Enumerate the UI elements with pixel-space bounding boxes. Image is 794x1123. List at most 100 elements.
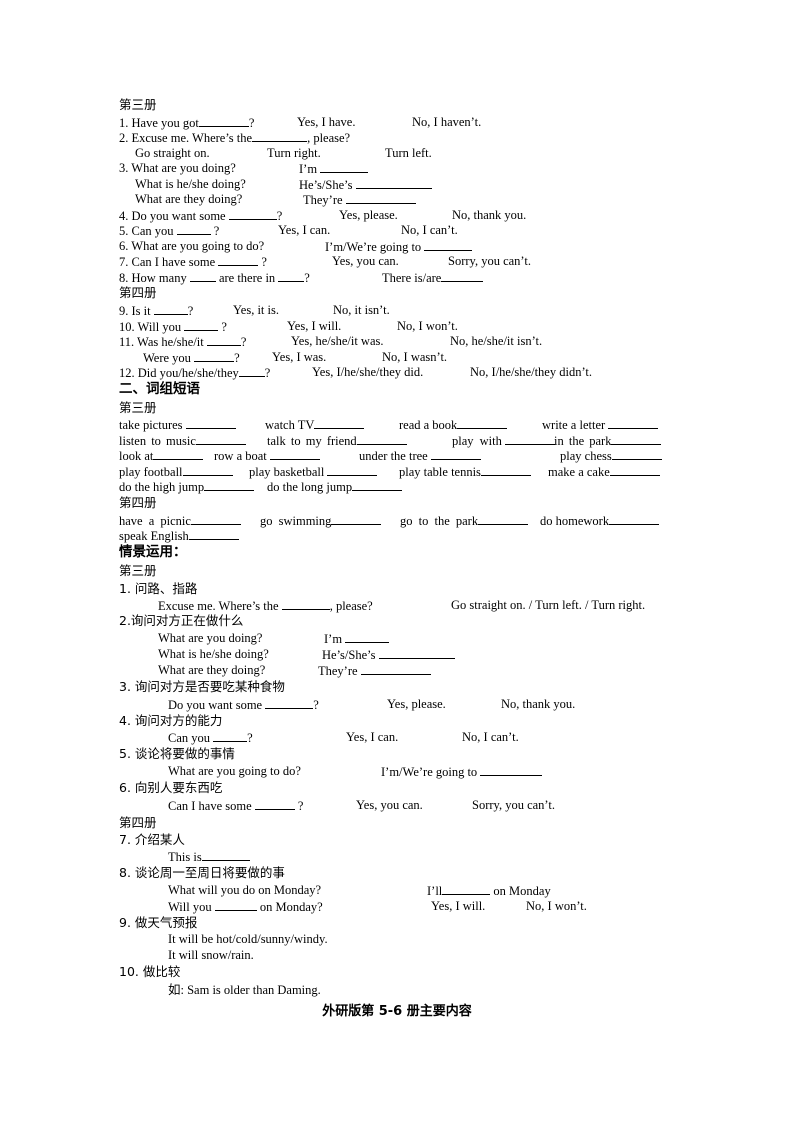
blank[interactable]	[189, 269, 216, 282]
blank[interactable]	[352, 478, 403, 491]
blank[interactable]	[480, 463, 531, 476]
phrase: speak English	[119, 529, 189, 543]
no-answer: No, I haven’t.	[412, 115, 482, 129]
scenario-title: 3. 询问对方是否要吃某种食物	[119, 679, 285, 694]
phrase: write a letter	[542, 418, 606, 432]
q-text: 8. How many	[119, 271, 187, 285]
blank[interactable]	[378, 646, 455, 659]
answer: Go straight on. / Turn left. / Turn righ…	[451, 598, 646, 612]
blank[interactable]	[265, 696, 314, 709]
blank[interactable]	[611, 432, 662, 445]
blank[interactable]	[190, 512, 241, 525]
phrase: have a picnic	[119, 514, 191, 528]
a-text: I’m	[324, 632, 343, 646]
blank[interactable]	[153, 447, 204, 460]
no-answer: No, I won’t.	[397, 319, 458, 333]
yes-answer: Yes, please.	[339, 208, 398, 222]
q-end: ?	[261, 255, 267, 269]
blank[interactable]	[441, 269, 484, 282]
q-text: What are they doing?	[158, 663, 266, 677]
blank[interactable]	[278, 269, 305, 282]
blank[interactable]	[204, 478, 255, 491]
blank[interactable]	[424, 238, 473, 251]
scenario-title: 10. 做比较	[119, 964, 181, 979]
blank[interactable]	[442, 882, 491, 895]
blank[interactable]	[218, 253, 259, 266]
blank[interactable]	[505, 432, 555, 445]
blank[interactable]	[188, 527, 239, 540]
blank[interactable]	[198, 114, 249, 127]
yes-answer: Yes, I was.	[272, 350, 327, 364]
scenario-title: 6. 向别人要东西吃	[119, 780, 223, 795]
blank[interactable]	[609, 463, 660, 476]
q-end: on Monday?	[259, 900, 323, 914]
blank[interactable]	[345, 191, 416, 204]
blank[interactable]	[254, 797, 295, 810]
blank[interactable]	[457, 416, 508, 429]
blank[interactable]	[194, 349, 235, 362]
q-end: ?	[213, 224, 220, 238]
blank[interactable]	[480, 763, 543, 776]
phrase: make a cake	[548, 465, 610, 479]
q-text: 10. Will you	[119, 320, 182, 334]
answer: Turn right.	[267, 146, 321, 160]
blank[interactable]	[281, 597, 330, 610]
blank[interactable]	[206, 333, 241, 346]
q-text: What are you doing?	[158, 631, 263, 645]
no-answer: Sorry, you can’t.	[448, 254, 531, 268]
q-end: , please?	[307, 131, 351, 145]
blank[interactable]	[176, 222, 211, 235]
blank[interactable]	[314, 416, 365, 429]
blank[interactable]	[153, 302, 188, 315]
blank[interactable]	[182, 463, 233, 476]
scenario-title: 7. 介绍某人	[119, 832, 185, 847]
blank[interactable]	[195, 432, 246, 445]
no-answer: No, I won’t.	[526, 899, 587, 913]
blank[interactable]	[228, 207, 277, 220]
blank[interactable]	[185, 416, 236, 429]
blank[interactable]	[213, 729, 248, 742]
blank[interactable]	[327, 463, 378, 476]
blank[interactable]	[611, 447, 662, 460]
blank[interactable]	[360, 662, 431, 675]
blank[interactable]	[356, 432, 407, 445]
footer-title: 外研版第 5-6 册主要内容	[322, 1004, 472, 1019]
blank[interactable]	[345, 630, 390, 643]
phrase: do the long jump	[267, 480, 353, 494]
a-text: They’re	[318, 664, 358, 678]
q-text: Excuse me. Where’s the	[158, 599, 279, 613]
phrase: look at	[119, 449, 154, 463]
q-text: Do you want some	[168, 698, 263, 712]
blank[interactable]	[269, 447, 320, 460]
blank[interactable]	[608, 416, 659, 429]
q-text: 2. Excuse me. Where’s the	[119, 131, 253, 145]
blank[interactable]	[238, 364, 265, 377]
scenario-title: 5. 谈论将要做的事情	[119, 746, 235, 761]
q-end: ?	[264, 366, 271, 380]
q-end: , please?	[329, 599, 373, 613]
section-book4-phrases: 第四册	[119, 495, 157, 510]
blank[interactable]	[478, 512, 529, 525]
phrase: play with	[452, 434, 502, 448]
section-book4: 第四册	[119, 285, 157, 300]
blank[interactable]	[252, 129, 308, 142]
section-book3: 第三册	[119, 97, 157, 112]
q-end: ?	[221, 320, 227, 334]
blank[interactable]	[214, 898, 257, 911]
phrase: play basketball	[249, 465, 325, 479]
a-text: I’ll	[427, 884, 443, 898]
phrase: in the park	[554, 434, 612, 448]
q-text: Can I have some	[168, 799, 252, 813]
example-line: 如: Sam is older than Daming.	[168, 983, 321, 997]
blank[interactable]	[320, 160, 369, 173]
blank[interactable]	[609, 512, 660, 525]
q-text: 6. What are you going to do?	[119, 239, 265, 253]
no-answer: No, it isn’t.	[333, 303, 390, 317]
blank[interactable]	[331, 512, 382, 525]
blank[interactable]	[355, 176, 432, 189]
blank[interactable]	[201, 848, 250, 861]
phrase: take pictures	[119, 418, 183, 432]
blank[interactable]	[430, 447, 481, 460]
blank[interactable]	[184, 318, 219, 331]
q-text: 3. What are you doing?	[119, 161, 236, 175]
